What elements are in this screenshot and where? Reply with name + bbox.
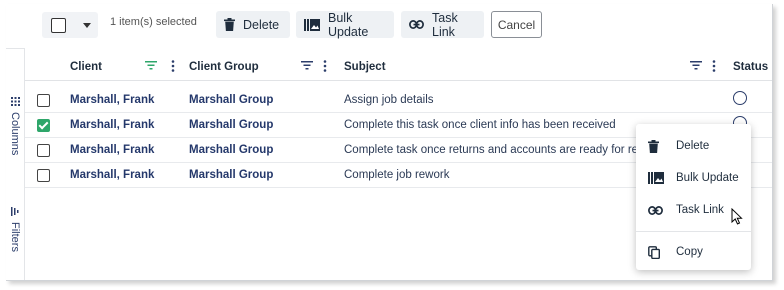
columns-label: Columns [9,112,21,156]
bulk-update-icon [304,18,320,31]
subject-cell: Complete task once returns and accounts … [344,144,653,156]
task-link-label: Task Link [432,10,458,39]
columns-panel-toggle[interactable]: Columns [6,97,24,155]
menu-item-label: Delete [676,140,710,152]
column-menu-icon[interactable] [712,60,716,75]
bulk-update-label: Bulk Update [328,10,369,39]
client-link[interactable]: Marshall, Frank [70,169,154,181]
trash-icon [224,18,235,31]
filter-icon[interactable] [690,60,702,73]
client-group-link[interactable]: Marshall Group [189,119,273,131]
link-icon [409,20,424,29]
client-group-link[interactable]: Marshall Group [189,94,273,106]
filter-active-icon[interactable] [145,60,157,73]
bulk-update-button[interactable]: Bulk Update [296,10,394,39]
delete-button[interactable]: Delete [216,11,290,38]
row-checkbox-checked[interactable] [37,119,50,132]
menu-item-label: Task Link [676,204,724,216]
column-menu-icon[interactable] [323,60,327,75]
filter-icon [10,207,20,219]
subject-cell: Complete this task once client info has … [344,119,616,131]
trash-icon [648,139,659,153]
menu-item-bulk-update[interactable]: Bulk Update [636,166,751,190]
row-checkbox[interactable] [37,144,50,157]
selection-count: 1 item(s) selected [110,16,197,28]
menu-divider [636,231,751,232]
filter-icon[interactable] [301,60,313,73]
header-subject[interactable]: Subject [344,61,386,73]
grid-header: Client Client Group Subject Status [25,56,772,81]
client-link[interactable]: Marshall, Frank [70,144,154,156]
grid-icon [10,97,20,109]
client-link[interactable]: Marshall, Frank [70,94,154,106]
bulk-update-icon [648,172,664,184]
header-client[interactable]: Client [70,61,102,73]
client-group-link[interactable]: Marshall Group [189,144,273,156]
header-client-group[interactable]: Client Group [189,61,259,73]
menu-item-label: Bulk Update [676,172,739,184]
select-all-checkbox[interactable] [51,18,66,33]
copy-icon [648,245,660,259]
menu-item-delete[interactable]: Delete [636,134,751,158]
subject-cell: Assign job details [344,94,434,106]
column-menu-icon[interactable] [171,60,175,75]
cancel-button[interactable]: Cancel [491,11,542,38]
bulk-action-toolbar: 1 item(s) selected Delete Bulk Update Ta… [6,4,772,44]
filters-panel-toggle[interactable]: Filters [6,207,24,252]
side-rail: Columns Filters [6,48,25,280]
row-context-menu: Delete Bulk Update Task Link Copy [636,124,751,270]
row-checkbox[interactable] [37,169,50,182]
task-link-button[interactable]: Task Link [401,10,484,39]
link-icon [648,205,663,215]
menu-item-label: Copy [676,246,703,258]
header-status[interactable]: Status [733,61,768,73]
select-all-dropdown[interactable] [42,12,98,38]
client-group-link[interactable]: Marshall Group [189,169,273,181]
mouse-pointer-icon [731,207,743,230]
menu-item-copy[interactable]: Copy [636,240,751,264]
subject-cell: Complete job rework [344,169,450,181]
client-link[interactable]: Marshall, Frank [70,119,154,131]
status-circle-icon[interactable] [733,91,747,105]
chevron-down-icon[interactable] [83,23,91,28]
table-row[interactable]: Marshall, Frank Marshall Group Assign jo… [25,88,772,113]
delete-label: Delete [243,17,280,32]
task-list-panel: 1 item(s) selected Delete Bulk Update Ta… [6,4,773,281]
row-checkbox[interactable] [37,94,50,107]
filters-label: Filters [9,222,21,252]
